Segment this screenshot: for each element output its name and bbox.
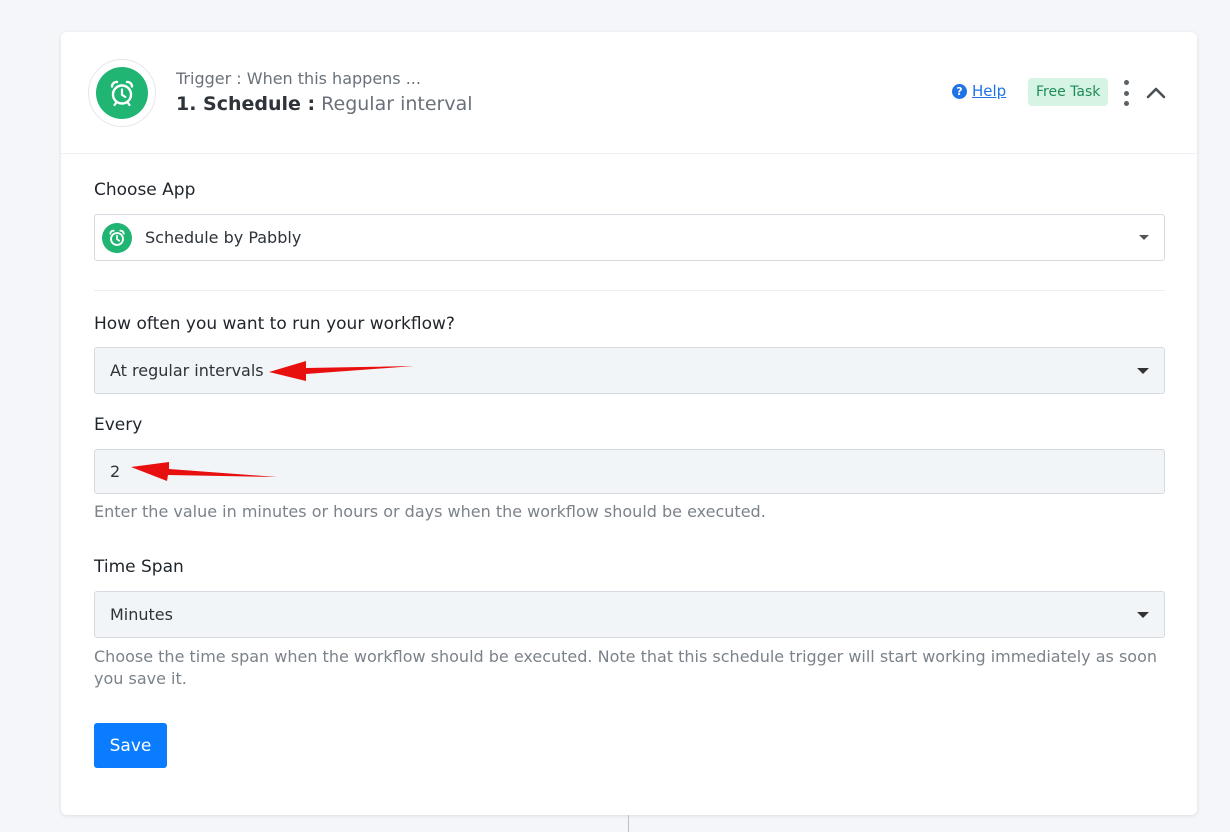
every-value: 2 [110, 462, 121, 481]
help-link-label: Help [972, 82, 1007, 100]
free-task-badge: Free Task [1028, 78, 1109, 106]
save-button[interactable]: Save [94, 723, 167, 768]
kebab-menu-icon[interactable] [1118, 80, 1134, 106]
trigger-card: Trigger : When this happens ... 1. Sched… [61, 32, 1197, 815]
frequency-select[interactable]: At regular intervals [94, 347, 1165, 394]
time-span-select[interactable]: Minutes [94, 591, 1165, 638]
step-number-app: 1. Schedule : [176, 93, 316, 115]
connector-line [628, 815, 629, 832]
frequency-label: How often you want to run your workflow? [94, 314, 455, 334]
app-logo-ring [88, 59, 156, 127]
chevron-down-icon [1137, 611, 1149, 618]
choose-app-value: Schedule by Pabbly [145, 228, 302, 247]
every-input[interactable]: 2 [94, 449, 1165, 494]
choose-app-label: Choose App [94, 180, 196, 200]
alarm-clock-icon [102, 222, 132, 253]
step-title: 1. Schedule : Regular interval [176, 93, 473, 115]
choose-app-select[interactable]: Schedule by Pabbly [94, 214, 1165, 261]
every-hint: Enter the value in minutes or hours or d… [94, 502, 766, 521]
section-divider [94, 290, 1165, 291]
time-span-hint: Choose the time span when the workflow s… [94, 647, 1157, 688]
trigger-header: Trigger : When this happens ... 1. Sched… [61, 32, 1197, 154]
frequency-value: At regular intervals [110, 361, 264, 380]
chevron-down-icon [1137, 367, 1149, 374]
chevron-down-icon [1139, 234, 1149, 240]
chevron-up-icon[interactable] [1145, 82, 1167, 104]
trigger-label: Trigger : When this happens ... [176, 69, 421, 88]
step-event: Regular interval [321, 93, 473, 115]
every-label: Every [94, 415, 143, 435]
time-span-label: Time Span [94, 557, 184, 577]
time-span-value: Minutes [110, 605, 173, 624]
question-circle-icon: ? [952, 83, 967, 99]
help-link[interactable]: ? Help [952, 82, 1006, 100]
alarm-clock-icon [96, 67, 148, 119]
